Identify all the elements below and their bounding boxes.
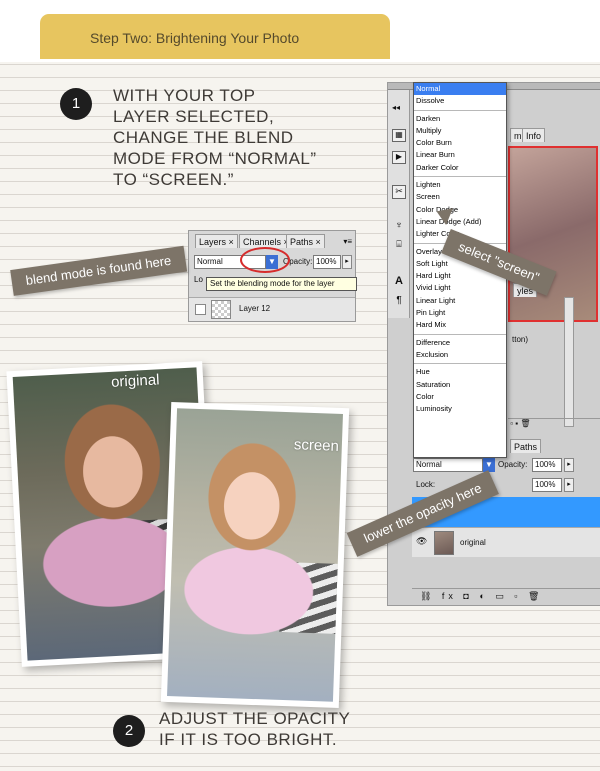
histogram-icon[interactable]: ▦	[392, 129, 406, 142]
blend-mode-option-difference[interactable]: Difference	[414, 337, 506, 349]
header-tab: Step Two: Brightening Your Photo	[40, 14, 390, 59]
layers-bottom-bar: ⛓ fx ◘ ◐ ▭ ▫ 🗑	[412, 588, 600, 604]
photo-screen-label: screen	[293, 436, 340, 455]
tools-strip: ◂◂ ▦ ▶ ✂ ♆ ⌸ A ¶	[388, 83, 410, 318]
blend-mode-option-color-dodge[interactable]: Color Dodge	[414, 204, 506, 216]
collapse-icon[interactable]: ◂◂	[392, 103, 400, 112]
layer-row[interactable]: Layer 12	[189, 297, 355, 321]
brush-tool-icon[interactable]: ✂	[392, 185, 406, 199]
photo-original-label: original	[110, 371, 160, 391]
tool-preset-icon[interactable]: ⌸	[392, 239, 406, 252]
eye-icon[interactable]: 👁	[416, 536, 427, 547]
blend-mode-option-vivid-light[interactable]: Vivid Light	[414, 282, 506, 294]
button-partial-text: tton)	[512, 335, 529, 344]
tab-paths-right[interactable]: Paths	[510, 439, 542, 453]
callout-blend-mode: blend mode is found here	[10, 245, 187, 296]
fill-field-right[interactable]: 100%	[532, 478, 562, 492]
lock-row: Lo	[194, 275, 203, 284]
step-2-number: 2	[113, 715, 145, 747]
step-1-number: 1	[60, 88, 92, 120]
blend-mode-option-darker-color[interactable]: Darker Color	[414, 162, 506, 174]
opacity-arrow-icon-right[interactable]: ▸	[564, 458, 574, 472]
original-layer-thumbnail	[434, 531, 454, 555]
blend-mode-option-hue[interactable]: Hue	[414, 366, 506, 378]
blend-mode-option-linear-light[interactable]: Linear Light	[414, 295, 506, 307]
blend-mode-option-exclusion[interactable]: Exclusion	[414, 349, 506, 361]
blend-mode-select-right[interactable]: Normal	[413, 458, 483, 472]
menu-separator	[414, 363, 506, 365]
blend-mode-option-saturation[interactable]: Saturation	[414, 379, 506, 391]
tab-info[interactable]: Info	[522, 128, 546, 142]
layer-name: Layer 12	[239, 304, 271, 313]
blend-mode-highlight-circle	[240, 247, 290, 273]
menu-separator	[414, 176, 506, 178]
blend-mode-option-lighten[interactable]: Lighten	[414, 179, 506, 191]
visibility-checkbox[interactable]	[195, 304, 206, 315]
blend-mode-option-multiply[interactable]: Multiply	[414, 125, 506, 137]
blend-mode-option-screen[interactable]: Screen	[414, 191, 506, 203]
blend-mode-option-normal[interactable]: Normal	[414, 83, 506, 96]
opacity-field[interactable]: 100%	[313, 255, 341, 269]
tab-paths[interactable]: Paths ×	[286, 234, 325, 248]
blend-mode-option-linear-burn[interactable]: Linear Burn	[414, 149, 506, 161]
opacity-label-right: Opacity:	[498, 460, 528, 469]
blend-mode-option-color[interactable]: Color	[414, 391, 506, 403]
styles-scrollbar[interactable]	[564, 297, 574, 427]
menu-separator	[414, 333, 506, 335]
tab-channels-label: Channels	[243, 237, 282, 247]
blend-mode-option-linear-dodge-add[interactable]: Linear Dodge (Add)	[414, 216, 506, 228]
panel-menu-icon[interactable]: ▾≡	[343, 237, 352, 246]
layers-panel: Layers × Channels × Paths × ▾≡ Normal ▼ …	[188, 230, 357, 322]
original-layer-name: original	[460, 538, 486, 547]
opacity-field-right[interactable]: 100%	[532, 458, 562, 472]
blend-mode-option-luminosity[interactable]: Luminosity	[414, 403, 506, 415]
tab-channels[interactable]: Channels ×	[239, 234, 293, 248]
blend-mode-option-hard-mix[interactable]: Hard Mix	[414, 319, 506, 331]
paragraph-icon[interactable]: ¶	[392, 295, 406, 309]
menu-separator	[414, 109, 506, 111]
blend-mode-dropdown-button-right[interactable]: ▼	[483, 458, 495, 472]
step-1-instruction: WITH YOUR TOP LAYER SELECTED, CHANGE THE…	[113, 86, 317, 189]
blend-mode-option-color-burn[interactable]: Color Burn	[414, 137, 506, 149]
photo-screen: screen	[160, 401, 350, 709]
blend-mode-option-dissolve[interactable]: Dissolve	[414, 95, 506, 107]
blend-mode-option-darken[interactable]: Darken	[414, 113, 506, 125]
tab-layers-label: Layers	[199, 237, 227, 247]
character-icon[interactable]: A	[392, 275, 406, 289]
tab-layers[interactable]: Layers ×	[195, 234, 238, 248]
original-layer-row[interactable]: 👁 original	[412, 527, 600, 557]
opacity-arrow-icon[interactable]: ▸	[342, 255, 352, 269]
styles-panel-bottom: ▫ ▪ 🗑	[508, 418, 600, 430]
clone-stamp-icon[interactable]: ♆	[392, 220, 406, 233]
step-2-instruction: ADJUST THE OPACITY IF IT IS TOO BRIGHT.	[159, 709, 351, 749]
fill-arrow-icon-right[interactable]: ▸	[564, 478, 574, 492]
lock-label-right: Lock:	[416, 480, 436, 489]
tab-paths-label: Paths	[290, 237, 314, 247]
blend-mode-tooltip: Set the blending mode for the layer	[206, 277, 357, 291]
blend-mode-option-pin-light[interactable]: Pin Light	[414, 307, 506, 319]
layer-thumbnail	[211, 300, 231, 319]
play-icon[interactable]: ▶	[392, 151, 406, 164]
